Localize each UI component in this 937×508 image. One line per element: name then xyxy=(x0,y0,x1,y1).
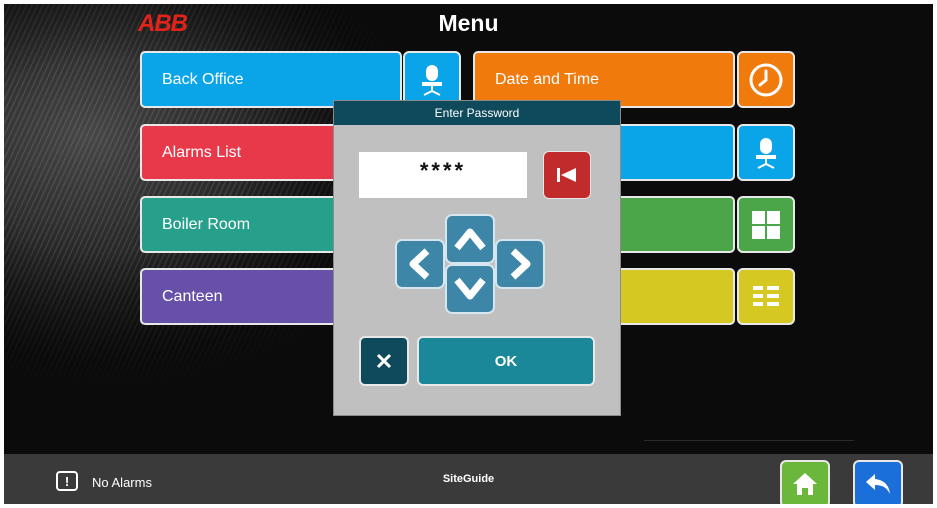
operator-icon-button[interactable] xyxy=(737,124,795,181)
tile-label: Canteen xyxy=(162,287,223,305)
ok-button[interactable]: OK xyxy=(417,336,595,386)
tile-yellow[interactable] xyxy=(616,268,735,325)
dialog-title: Enter Password xyxy=(334,101,620,125)
chevron-up-icon xyxy=(454,228,486,251)
chevron-right-icon xyxy=(510,248,531,280)
close-icon xyxy=(376,353,392,369)
tile-canteen[interactable]: Canteen xyxy=(140,268,340,325)
tile-label: Boiler Room xyxy=(162,215,251,233)
tile-label: Date and Time xyxy=(495,70,600,88)
backspace-icon xyxy=(557,168,576,182)
home-button[interactable] xyxy=(780,460,830,504)
tile-alarms-list[interactable]: Alarms List xyxy=(140,124,340,181)
arrow-right-button[interactable] xyxy=(495,239,545,289)
back-button[interactable] xyxy=(853,460,903,504)
grid-icon-button[interactable] xyxy=(737,196,795,253)
cancel-button[interactable] xyxy=(359,336,409,386)
chevron-down-icon xyxy=(454,277,486,300)
password-dialog: Enter Password **** OK xyxy=(333,100,621,416)
password-field[interactable]: **** xyxy=(359,152,527,198)
grid-icon xyxy=(752,210,780,239)
tile-label: Back Office xyxy=(162,70,244,88)
date-time-icon-button[interactable] xyxy=(737,51,795,108)
clear-button[interactable] xyxy=(543,151,591,199)
screen: ABB Menu Back Office Alarms List Boiler … xyxy=(4,4,933,504)
status-bar: ! No Alarms SiteGuide xyxy=(4,454,933,504)
page-title: Menu xyxy=(438,10,499,36)
operator-chair-icon xyxy=(756,137,776,169)
arrow-left-button[interactable] xyxy=(395,239,445,289)
chevron-left-icon xyxy=(409,248,430,280)
list-icon-button[interactable] xyxy=(737,268,795,325)
arrow-down-button[interactable] xyxy=(445,264,495,314)
back-arrow-icon xyxy=(866,474,890,494)
list-icon xyxy=(753,285,779,306)
home-icon xyxy=(793,473,817,495)
arrow-up-button[interactable] xyxy=(445,214,495,264)
tile-boiler-room[interactable]: Boiler Room xyxy=(140,196,340,253)
divider xyxy=(644,440,854,441)
tile-label: Alarms List xyxy=(162,143,242,161)
clock-icon xyxy=(749,63,783,96)
tile-blue-2[interactable] xyxy=(616,124,735,181)
operator-chair-icon xyxy=(422,64,442,96)
tile-green[interactable] xyxy=(616,196,735,253)
